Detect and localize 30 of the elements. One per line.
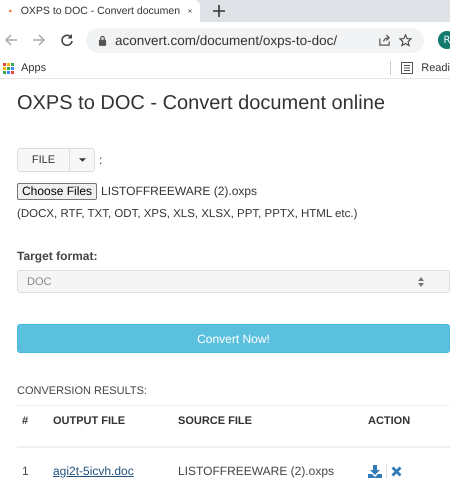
choose-files-button[interactable]: Choose Files	[17, 182, 98, 200]
download-icon[interactable]	[368, 464, 382, 478]
plus-icon[interactable]	[213, 5, 225, 17]
address-bar[interactable]: aconvert.com/document/oxps-to-doc/	[86, 28, 424, 52]
formats-hint: (DOCX, RTF, TXT, ODT, XPS, XLS, XLSX, PPT, PPTX, HTML etc.)	[17, 208, 358, 220]
share-icon[interactable]	[378, 34, 391, 46]
delete-icon[interactable]	[391, 466, 402, 476]
caret-icon	[78, 158, 86, 162]
target-format-label: Target format:	[17, 249, 98, 263]
bookmark-link[interactable]: Apps	[21, 62, 46, 74]
apps-grid-icon[interactable]	[3, 62, 14, 74]
column-header: SOURCE FILE	[173, 406, 363, 447]
column-header: #	[17, 406, 48, 447]
star-icon[interactable]	[399, 34, 412, 46]
reload-icon[interactable]	[60, 33, 74, 47]
lock-icon	[98, 34, 107, 46]
browser-tab[interactable]: OXPS to DOC - Convert documen	[0, 0, 200, 22]
list-icon[interactable]	[401, 62, 414, 74]
colon-label: :	[99, 153, 102, 167]
table-cell: 1	[17, 447, 48, 494]
output-file-link[interactable]: agi2t-5icvh.doc	[53, 464, 134, 478]
column-header: OUTPUT FILE	[48, 406, 173, 447]
avatar[interactable]: R	[438, 31, 450, 49]
column-header: ACTION	[363, 406, 450, 447]
file-name: LISTOFFREEWARE (2).oxps	[101, 184, 258, 198]
table-cell: LISTOFFREEWARE (2).oxps	[173, 447, 363, 494]
updown-icon	[418, 276, 424, 286]
results-heading: CONVERSION RESULTS:	[17, 385, 148, 397]
page-title: OXPS to DOC - Convert document online	[17, 92, 386, 115]
reading-list-link[interactable]: Readi	[421, 62, 450, 74]
